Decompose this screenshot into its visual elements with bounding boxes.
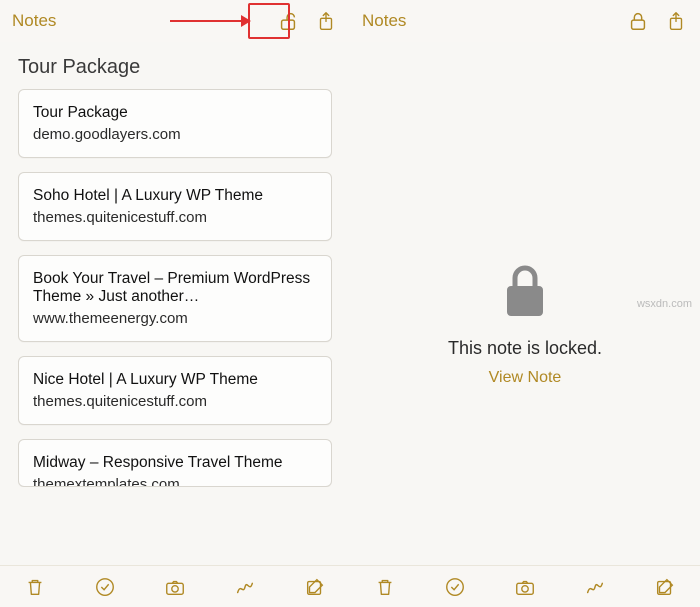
note-card[interactable]: Midway – Responsive Travel Theme themext… [18,439,332,487]
note-card[interactable]: Book Your Travel – Premium WordPress The… [18,255,332,342]
compose-button[interactable] [650,572,680,602]
page-title: Tour Package [0,42,350,89]
share-icon [315,10,337,32]
note-card-subtitle: themextemplates.com [33,476,317,487]
camera-icon [514,576,536,598]
compose-icon [304,576,326,598]
annotation-highlight-box [248,3,290,39]
back-button-left[interactable]: Notes [8,11,56,31]
view-note-link[interactable]: View Note [489,369,562,387]
note-card-title: Midway – Responsive Travel Theme [33,454,317,472]
note-card-subtitle: demo.goodlayers.com [33,126,317,143]
left-nav: Notes [0,0,350,42]
camera-icon [164,576,186,598]
note-card[interactable]: Tour Package demo.goodlayers.com [18,89,332,158]
back-label-left: Notes [12,11,56,31]
camera-button[interactable] [510,572,540,602]
note-card-title: Book Your Travel – Premium WordPress The… [33,270,317,306]
note-card-subtitle: themes.quitenicestuff.com [33,209,317,226]
locked-note-area: This note is locked. View Note [350,42,700,607]
note-card-title: Nice Hotel | A Luxury WP Theme [33,371,317,389]
camera-button[interactable] [160,572,190,602]
note-card-subtitle: themes.quitenicestuff.com [33,393,317,410]
trash-icon [24,576,46,598]
squiggle-icon [584,576,606,598]
right-nav: Notes [350,0,700,42]
watermark: wsxdn.com [637,298,692,310]
share-icon [665,10,687,32]
note-list: Tour Package demo.goodlayers.com Soho Ho… [0,89,350,487]
trash-icon [374,576,396,598]
lock-toggle-button-right[interactable] [622,5,654,37]
check-circle-icon [94,576,116,598]
note-card-title: Tour Package [33,104,317,122]
checklist-button[interactable] [90,572,120,602]
share-button-right[interactable] [660,5,692,37]
back-label-right: Notes [362,11,406,31]
compose-icon [654,576,676,598]
trash-button[interactable] [370,572,400,602]
locked-message: This note is locked. [448,338,602,359]
squiggle-icon [234,576,256,598]
note-card-title: Soho Hotel | A Luxury WP Theme [33,187,317,205]
trash-button[interactable] [20,572,50,602]
lock-icon [627,10,649,32]
sketch-button[interactable] [580,572,610,602]
note-card[interactable]: Nice Hotel | A Luxury WP Theme themes.qu… [18,356,332,425]
check-circle-icon [444,576,466,598]
note-card[interactable]: Soho Hotel | A Luxury WP Theme themes.qu… [18,172,332,241]
bottom-toolbar [0,565,700,607]
sketch-button[interactable] [230,572,260,602]
share-button-left[interactable] [310,5,342,37]
lock-large-icon [501,262,549,322]
note-card-subtitle: www.themeenergy.com [33,310,317,327]
annotation-arrow [170,20,250,22]
back-button-right[interactable]: Notes [358,11,406,31]
checklist-button[interactable] [440,572,470,602]
compose-button[interactable] [300,572,330,602]
